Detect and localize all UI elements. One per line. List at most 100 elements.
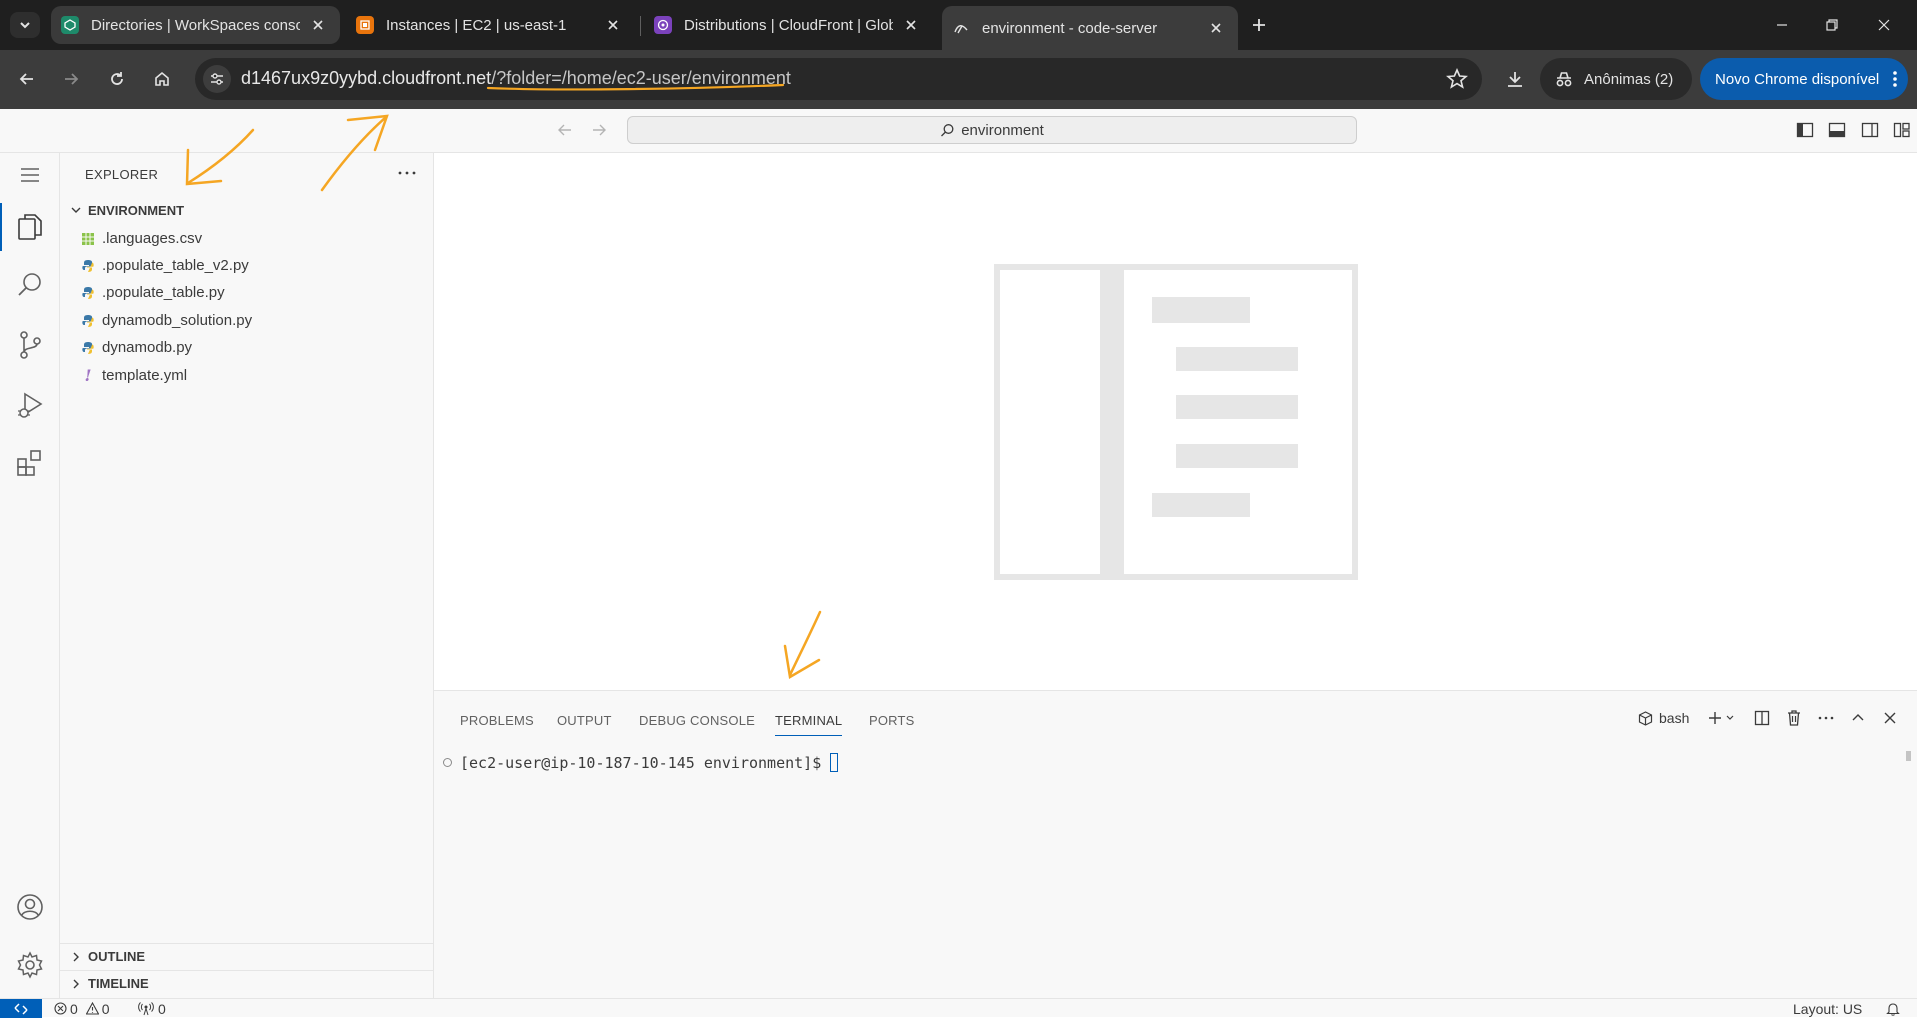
browser-tab-cloudfront[interactable]: Distributions | CloudFront | Global [644, 6, 933, 44]
tab-title: Distributions | CloudFront | Global [684, 16, 893, 34]
panel-tab-problems[interactable]: PROBLEMS [460, 705, 534, 735]
close-window-button[interactable] [1862, 10, 1906, 40]
incognito-profile-button[interactable]: Anônimas (2) [1540, 58, 1692, 100]
arrow-left-icon [558, 124, 571, 136]
chevron-down-icon [1726, 715, 1734, 720]
explorer-more-actions-button[interactable] [395, 161, 419, 185]
url-text[interactable]: d1467ux9z0yybd.cloudfront.net/?folder=/h… [241, 68, 791, 89]
ellipsis-icon [398, 171, 416, 175]
update-chrome-button[interactable]: Novo Chrome disponível [1700, 58, 1908, 100]
restore-button[interactable] [1810, 10, 1854, 40]
folder-section-header[interactable]: ENVIRONMENT [60, 197, 434, 223]
search-activity-button[interactable] [0, 257, 60, 313]
terminal-command-decoration [443, 758, 452, 767]
panel-more-actions-button[interactable] [1814, 706, 1838, 730]
file-item[interactable]: dynamodb_solution.py [60, 307, 434, 334]
file-item[interactable]: .populate_table.py [60, 279, 434, 306]
timeline-section-header[interactable]: TIMELINE [60, 970, 434, 996]
file-item[interactable]: ! template.yml [60, 362, 434, 389]
gear-icon [17, 951, 43, 979]
ellipsis-icon [1818, 716, 1834, 720]
kill-terminal-button[interactable] [1782, 706, 1806, 730]
split-terminal-button[interactable] [1750, 706, 1774, 730]
remote-indicator-button[interactable] [0, 999, 42, 1018]
close-tab-icon[interactable] [899, 13, 923, 37]
home-button[interactable] [147, 64, 177, 94]
home-icon [155, 71, 169, 86]
search-icon [18, 273, 41, 296]
toggle-primary-sidebar-button[interactable] [1796, 121, 1816, 141]
browser-tab-workspaces[interactable]: Directories | WorkSpaces console [51, 6, 340, 44]
ports-status-button[interactable]: 0 [138, 999, 166, 1018]
forward-button[interactable] [56, 64, 86, 94]
maximize-panel-button[interactable] [1846, 706, 1870, 730]
menu-icon [21, 168, 39, 182]
downloads-button[interactable] [1500, 64, 1530, 94]
panel-tab-terminal[interactable]: TERMINAL [775, 705, 843, 736]
run-debug-activity-button[interactable] [0, 377, 60, 433]
arrow-right-icon [65, 73, 79, 85]
terminal-launch-profile-button[interactable] [1722, 706, 1738, 730]
close-tab-icon[interactable] [306, 13, 330, 37]
command-center-text: environment [961, 121, 1044, 139]
close-tab-icon[interactable] [1204, 16, 1228, 40]
reload-button[interactable] [102, 64, 132, 94]
file-item[interactable]: .languages.csv [60, 225, 434, 252]
panel-tab-output[interactable]: OUTPUT [557, 705, 612, 735]
new-tab-button[interactable] [1246, 12, 1272, 38]
terminal-scrollbar[interactable] [1906, 751, 1911, 761]
browser-tab-code-server[interactable]: environment - code-server [942, 6, 1238, 50]
toggle-secondary-sidebar-button[interactable] [1861, 121, 1881, 141]
extensions-activity-button[interactable] [0, 435, 60, 491]
close-panel-button[interactable] [1878, 706, 1902, 730]
bookmark-star-button[interactable] [1445, 67, 1469, 90]
shell-label: bash [1659, 710, 1690, 726]
python-file-icon [80, 340, 96, 356]
site-info-button[interactable] [203, 65, 231, 93]
file-item[interactable]: dynamodb.py [60, 334, 434, 361]
toggle-panel-button[interactable] [1828, 121, 1848, 141]
minimize-icon [1777, 24, 1787, 26]
back-button[interactable] [12, 64, 42, 94]
yaml-file-icon: ! [84, 366, 92, 385]
chevron-right-icon [73, 952, 79, 961]
go-forward-button[interactable] [590, 121, 608, 144]
radio-tower-icon [138, 1001, 154, 1015]
go-back-button[interactable] [556, 121, 574, 144]
source-control-icon [20, 331, 41, 359]
tab-search-button[interactable] [10, 12, 40, 38]
download-icon [1508, 72, 1522, 87]
explorer-activity-button[interactable] [0, 199, 60, 255]
minimize-button[interactable] [1760, 10, 1804, 40]
chevron-down-icon [20, 22, 30, 29]
timeline-label: TIMELINE [88, 976, 149, 991]
application-menu-button[interactable] [0, 153, 60, 197]
notifications-button[interactable] [1886, 999, 1900, 1018]
plus-icon [1253, 19, 1265, 31]
cloudfront-icon [654, 16, 672, 34]
address-bar[interactable]: d1467ux9z0yybd.cloudfront.net/?folder=/h… [195, 58, 1482, 100]
chevron-right-icon [73, 979, 79, 988]
terminal-profile-icon [1638, 710, 1653, 726]
sidebar-left-icon [1796, 122, 1814, 138]
browser-tab-ec2[interactable]: Instances | EC2 | us-east-1 [346, 6, 635, 44]
panel-tab-debug-console[interactable]: DEBUG CONSOLE [639, 705, 755, 735]
source-control-activity-button[interactable] [0, 317, 60, 373]
keyboard-layout-button[interactable]: Layout: US [1793, 999, 1862, 1018]
terminal-input-line[interactable]: [ec2-user@ip-10-187-10-145 environment]$ [460, 753, 839, 772]
panel-bottom-icon [1828, 122, 1846, 138]
file-item[interactable]: .populate_table_v2.py [60, 252, 434, 279]
customize-layout-button[interactable] [1893, 121, 1913, 141]
url-host: d1467ux9z0yybd.cloudfront.net [241, 68, 492, 88]
outline-section-header[interactable]: OUTLINE [60, 943, 434, 969]
command-center-search[interactable]: environment [627, 116, 1357, 144]
close-tab-icon[interactable] [601, 13, 625, 37]
sidebar-title: EXPLORER [85, 167, 159, 182]
terminal-cursor [830, 753, 839, 772]
manage-button[interactable] [0, 937, 60, 993]
panel-tab-ports[interactable]: PORTS [869, 705, 915, 735]
terminal-shell-selector[interactable]: bash [1638, 706, 1689, 730]
accounts-button[interactable] [0, 879, 60, 935]
incognito-icon [1556, 72, 1572, 87]
problems-status-button[interactable]: 0 0 [54, 999, 110, 1018]
